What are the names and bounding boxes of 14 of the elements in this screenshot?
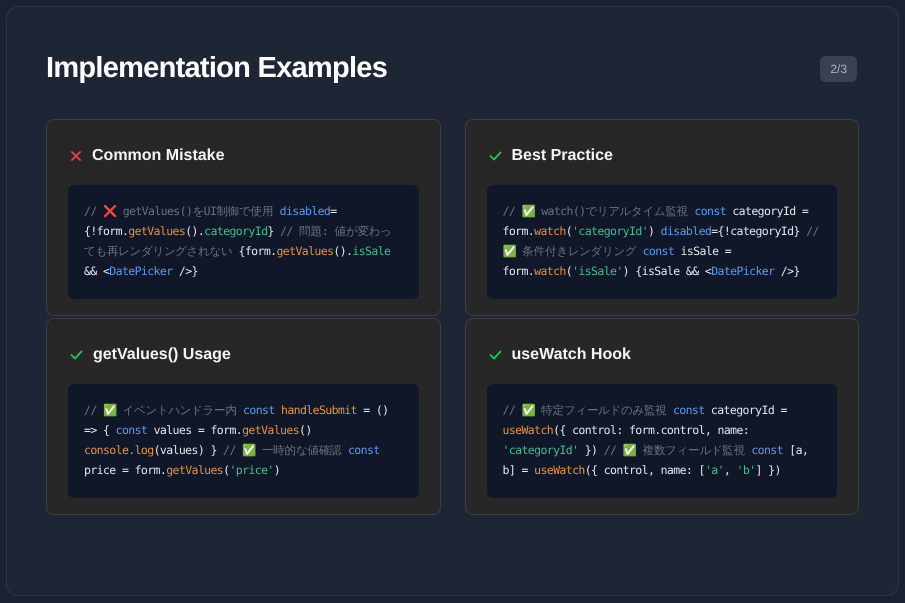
card-title: getValues() Usage	[93, 344, 231, 364]
cross-icon	[70, 150, 82, 162]
check-icon	[70, 350, 83, 360]
page-title: Implementation Examples	[46, 51, 388, 86]
code-block: // ❌ getValues()をUI制御で使用 disabled= {!form.getValues().categoryId} // 問題: 値が変わっても再レンダリングされない {form.getValues().isSale && <DatePicker />}	[68, 184, 418, 298]
page-counter: 2/3	[820, 56, 857, 82]
card-title: useWatch Hook	[512, 344, 631, 364]
card-title: Best Practice	[512, 146, 613, 166]
check-icon	[488, 150, 502, 160]
code-block: // ✅ watch()でリアルタイム監視 const categoryId = form.watch('categoryId') disabled={!categoryId} // ✅ 条件付きレンダリング const isSale = form.watch('isSale') {isSale && <DatePicker />}	[486, 184, 837, 298]
code-block: // ✅ イベントハンドラー内 const handleSubmit = () => { const values = form.getValues() console.log(values) } // ✅ 一時的な値確認 const price = form.getValues('price')	[68, 384, 418, 498]
check-icon	[488, 350, 502, 360]
code-block: // ✅ 特定フィールドのみ監視 const categoryId = useWatch({ control: form.control, name: 'categoryId' }) // ✅ 複数フィールド監視 const [a, b] = useWatch({ control, name: ['a', 'b'] })	[486, 384, 837, 498]
card-title: Common Mistake	[92, 146, 224, 166]
